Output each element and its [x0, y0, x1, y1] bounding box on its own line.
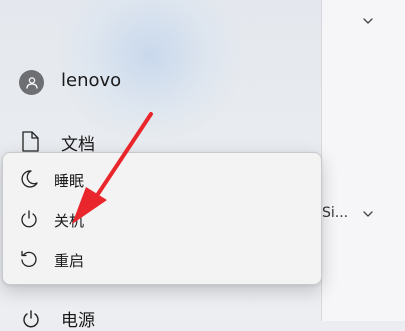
shutdown-menu-item[interactable]: 关机: [7, 200, 319, 238]
sleep-menu-item[interactable]: 睡眠: [7, 160, 319, 198]
truncated-item-label: Si...: [322, 205, 349, 221]
moon-icon: [21, 170, 38, 188]
power-options-menu: 睡眠 关机 重启: [2, 152, 322, 285]
restart-label: 重启: [54, 252, 85, 270]
chevron-down-icon[interactable]: [363, 17, 373, 25]
power-icon: [21, 210, 37, 228]
shutdown-label: 关机: [54, 212, 85, 230]
user-icon: [25, 76, 38, 89]
sleep-label: 睡眠: [54, 172, 85, 190]
chevron-down-icon[interactable]: [363, 210, 373, 218]
document-icon[interactable]: [22, 131, 39, 152]
power-label[interactable]: 电源: [61, 306, 95, 331]
restart-icon: [21, 250, 37, 268]
user-avatar[interactable]: [19, 70, 44, 95]
start-menu-right-pane: [321, 0, 405, 321]
restart-menu-item[interactable]: 重启: [7, 240, 319, 278]
power-icon[interactable]: [21, 309, 41, 329]
user-name[interactable]: lenovo: [61, 70, 121, 91]
